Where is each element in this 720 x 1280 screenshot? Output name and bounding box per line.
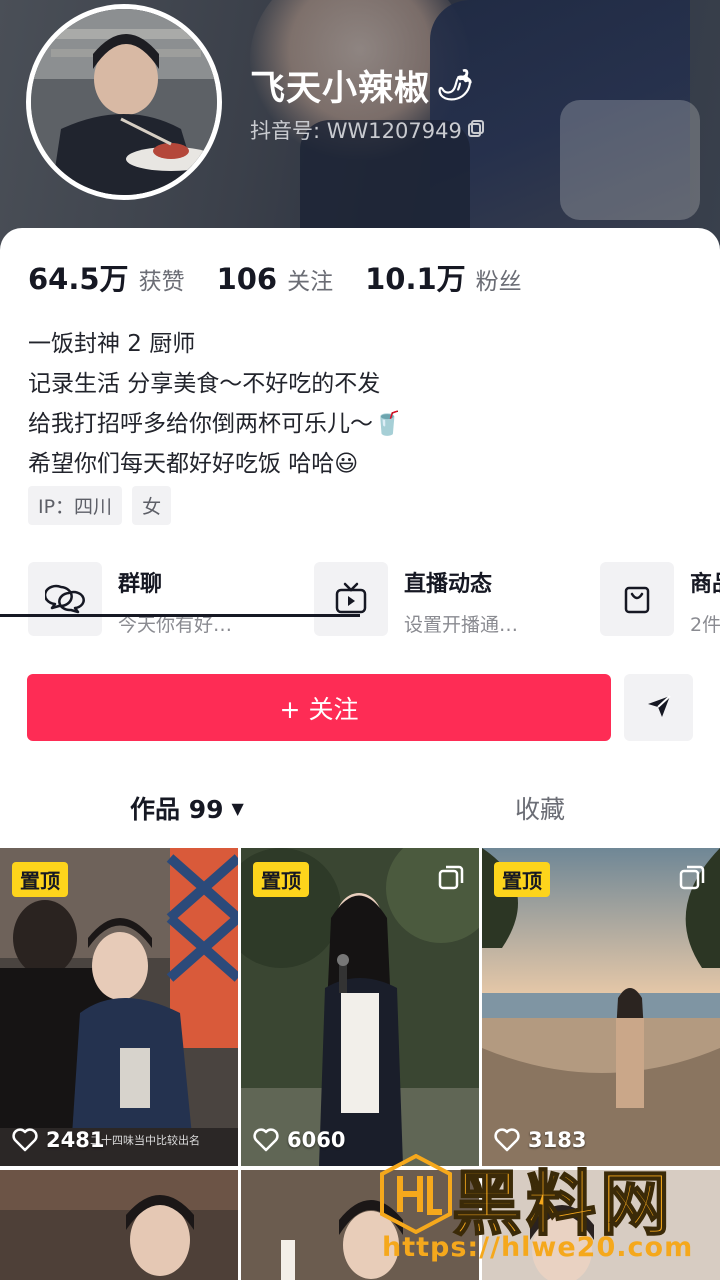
video-likes-count: 6060 [287,1128,346,1152]
entry-group-chat-title: 群聊 [118,572,163,597]
pinned-badge: 置顶 [494,862,550,897]
bio-line: 给我打招呼多给你倒两杯可乐儿～🥤 [28,411,402,437]
stat-followers[interactable]: 10.1万 粉丝 [365,256,522,298]
bio-line: 一饭封神 2 厨师 [28,331,196,357]
video-card[interactable]: 二十四味当中比较出名 置顶 2481 [0,848,238,1166]
stat-following-label: 关注 [287,269,334,295]
watermark-logo [380,1154,452,1234]
send-message-button[interactable] [624,674,693,741]
watermark-url: https://hlwe20.com [382,1232,694,1263]
entry-products[interactable]: 商品 2件 [600,562,720,638]
entry-live-updates[interactable]: 直播动态 设置开播通… [314,562,600,638]
entry-products-title: 商品 [690,572,720,597]
tag-ip: IP：四川 [28,486,123,525]
profile-tags: IP：四川 女 [28,486,172,525]
nickname: 飞天小辣椒 🌶 [250,60,475,111]
profile-cover: 飞天小辣椒 🌶 抖音号: WW1207949 [0,0,720,250]
shop-bag-icon [600,562,674,636]
video-card[interactable] [0,1170,238,1280]
copy-icon[interactable] [466,118,486,143]
tab-favorites-label: 收藏 [515,795,566,824]
entry-live-title: 直播动态 [404,572,493,597]
bio-line: 记录生活 分享美食～不好吃的不发 [28,371,381,397]
stat-following-value: 106 [216,262,278,296]
douyin-id: 抖音号: WW1207949 [250,115,486,145]
entry-group-chat[interactable]: 群聊 今天你有好… [28,562,314,638]
video-likes-count: 2481 [46,1128,105,1152]
stat-likes-value: 64.5万 [28,262,129,296]
video-likes: 6060 [253,1128,345,1152]
tag-gender: 女 [132,486,172,525]
tv-icon [314,562,388,636]
nickname-text: 飞天小辣椒 [250,69,431,109]
heart-icon [12,1128,38,1152]
tab-works[interactable]: 作品 99 ▼ [130,790,244,826]
video-card[interactable]: 置顶 6060 [241,848,479,1166]
pinned-badge: 置顶 [12,862,68,897]
stats-row: 64.5万 获赞 106 关注 10.1万 粉丝 [28,256,554,298]
stat-likes[interactable]: 64.5万 获赞 [28,256,185,298]
bio-line: 希望你们每天都好好吃饭 哈哈😃 [28,451,359,477]
active-tab-indicator [0,614,360,617]
feature-entries: 群聊 今天你有好… 直播动态 设置开播通… 商品 2件 [28,562,720,638]
stat-followers-label: 粉丝 [475,269,522,295]
video-card[interactable]: 置顶 3183 [482,848,720,1166]
pinned-badge: 置顶 [253,862,309,897]
stat-likes-label: 获赞 [138,269,185,295]
heart-icon [253,1128,279,1152]
video-likes: 2481 [12,1128,104,1152]
chili-emoji: 🌶 [436,68,476,103]
follow-button[interactable]: + 关注 [27,674,611,741]
bio: 一饭封神 2 厨师 记录生活 分享美食～不好吃的不发 给我打招呼多给你倒两杯可乐… [28,324,402,484]
multi-image-icon [437,864,465,896]
tab-favorites[interactable]: 收藏 [515,790,565,826]
douyin-id-text: 抖音号: WW1207949 [250,119,462,143]
watermark: 黑料网 https://hlwe20.com [370,1148,715,1278]
caret-down-icon: ▼ [231,798,244,818]
svg-text:二十四味当中比较出名: 二十四味当中比较出名 [90,1133,200,1147]
content-tabs: 作品 99 ▼ 收藏 [0,776,720,846]
tab-works-label: 作品 99 [130,795,224,824]
multi-image-icon [678,864,706,896]
entry-products-subtitle: 2件 [690,614,720,636]
send-icon [645,692,673,724]
group-chat-icon [28,562,102,636]
entry-live-subtitle: 设置开播通… [404,614,519,636]
stat-following[interactable]: 106 关注 [217,262,334,296]
avatar[interactable] [26,4,222,200]
stat-followers-value: 10.1万 [365,262,466,296]
follow-button-label: + 关注 [279,694,359,724]
